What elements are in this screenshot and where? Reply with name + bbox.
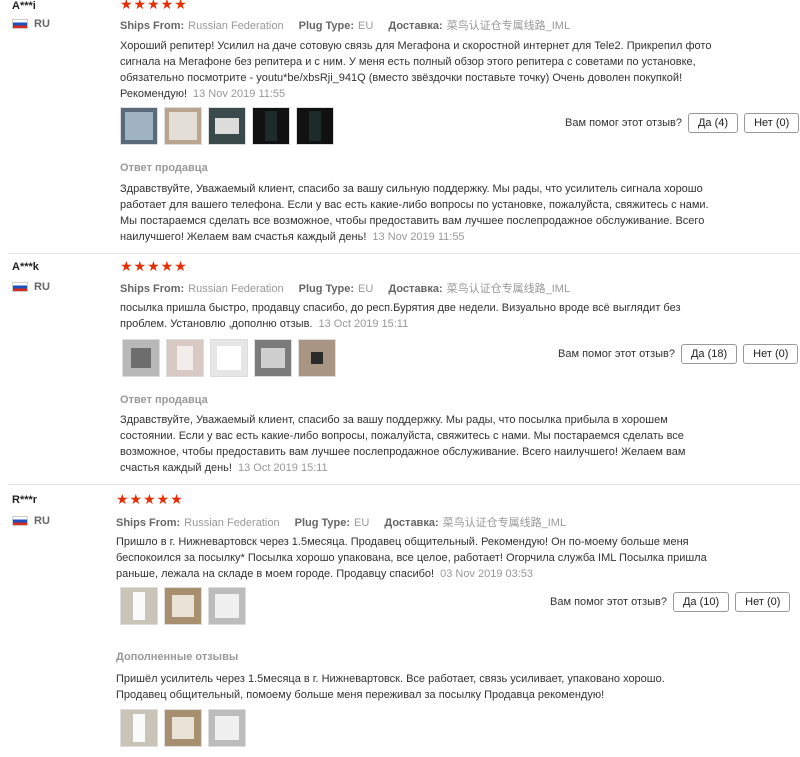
additional-feedback-title: Дополненные отзывы (116, 651, 239, 663)
photo-thumbnail[interactable] (254, 339, 292, 377)
helpful-widget: Вам помог этот отзыв? Да (10) Нет (0) (550, 592, 791, 612)
order-info: Ships From: Russian Federation Plug Type:… (116, 517, 567, 529)
helpful-no-button[interactable]: Нет (0) (735, 592, 791, 612)
seller-reply-text: Здравствуйте, Уважаемый клиент, спасибо … (120, 183, 709, 243)
review-date: 13 Oct 2019 15:11 (318, 318, 409, 330)
photo-thumbnail[interactable] (208, 587, 246, 625)
review-photos (122, 339, 336, 377)
flag-ru-icon (12, 516, 28, 526)
photo-thumbnail[interactable] (252, 107, 290, 145)
helpful-label: Вам помог этот отзыв? (565, 117, 682, 129)
review-photos (120, 587, 246, 625)
helpful-no-button[interactable]: Нет (0) (744, 113, 800, 133)
photo-thumbnail[interactable] (120, 587, 158, 625)
helpful-yes-button[interactable]: Да (10) (672, 592, 730, 612)
reply-date: 13 Oct 2019 15:11 (237, 462, 328, 474)
helpful-widget: Вам помог этот отзыв? Да (18) Нет (0) (558, 344, 799, 364)
photo-thumbnail[interactable] (208, 107, 246, 145)
additional-feedback-text: Пришёл усилитель через 1.5месяца в г. Ни… (116, 673, 665, 701)
reply-date: 13 Nov 2019 11:55 (372, 231, 465, 243)
review-date: 03 Nov 2019 03:53 (440, 568, 534, 580)
review-divider (8, 253, 800, 254)
seller-reply-title: Ответ продавца (120, 162, 208, 174)
photo-thumbnail[interactable] (210, 339, 248, 377)
review-divider (8, 484, 800, 485)
rating-stars: ★★★★★ (120, 0, 188, 12)
helpful-yes-button[interactable]: Да (4) (687, 113, 739, 133)
reviewer-name: A***k (12, 261, 39, 273)
reviewer-country: RU (12, 18, 50, 30)
order-info: Ships From: Russian Federation Plug Type:… (120, 283, 571, 295)
helpful-label: Вам помог этот отзыв? (550, 596, 667, 608)
reviewer-country: RU (12, 281, 50, 293)
helpful-yes-button[interactable]: Да (18) (680, 344, 738, 364)
country-code: RU (34, 515, 50, 527)
country-code: RU (34, 18, 50, 30)
helpful-label: Вам помог этот отзыв? (558, 348, 675, 360)
photo-thumbnail[interactable] (164, 709, 202, 747)
helpful-no-button[interactable]: Нет (0) (743, 344, 799, 364)
review-date: 13 Nov 2019 11:55 (193, 88, 286, 100)
review-text: Пришло в г. Нижневартовск через 1.5месяц… (116, 536, 707, 580)
flag-ru-icon (12, 19, 28, 29)
photo-thumbnail[interactable] (122, 339, 160, 377)
photo-thumbnail[interactable] (120, 107, 158, 145)
seller-reply-text: Здравствуйте, Уважаемый клиент, спасибо … (120, 414, 686, 474)
photo-thumbnail[interactable] (208, 709, 246, 747)
flag-ru-icon (12, 282, 28, 292)
photo-thumbnail[interactable] (166, 339, 204, 377)
rating-stars: ★★★★★ (120, 258, 188, 274)
helpful-widget: Вам помог этот отзыв? Да (4) Нет (0) (565, 113, 800, 133)
photo-thumbnail[interactable] (296, 107, 334, 145)
order-info: Ships From: Russian Federation Plug Type:… (120, 20, 571, 32)
photo-thumbnail[interactable] (120, 709, 158, 747)
reviewer-country: RU (12, 515, 50, 527)
photo-thumbnail[interactable] (164, 587, 202, 625)
review-photos (120, 107, 334, 145)
rating-stars: ★★★★★ (116, 491, 184, 507)
review-text: Хороший репитер! Усилил на даче сотовую … (120, 40, 712, 100)
country-code: RU (34, 281, 50, 293)
reviewer-name: R***r (12, 494, 38, 506)
additional-photos (120, 709, 246, 747)
review-text: посылка пришла быстро, продавцу спасибо,… (120, 302, 681, 330)
photo-thumbnail[interactable] (164, 107, 202, 145)
seller-reply-title: Ответ продавца (120, 394, 208, 406)
photo-thumbnail[interactable] (298, 339, 336, 377)
reviewer-name: A***i (12, 0, 36, 12)
